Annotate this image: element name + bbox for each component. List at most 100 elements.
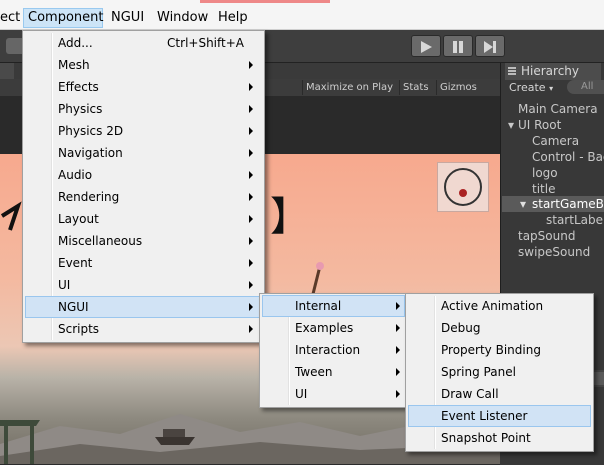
menu-item-label: Add... [58,36,93,50]
menu-item-shortcut: Ctrl+Shift+A [167,36,244,50]
hierarchy-item[interactable]: Main Camera [518,101,598,117]
search-placeholder: All [581,81,594,92]
menu-item-label: Event Listener [441,409,528,423]
menu-item-internal[interactable]: Internal [262,295,405,317]
maximize-on-play-toggle[interactable]: Maximize on Play [302,80,396,95]
menu-item-tween[interactable]: Tween [262,361,405,383]
menu-item-physics-2d[interactable]: Physics 2D [25,120,262,142]
menu-item-audio[interactable]: Audio [25,164,262,186]
menu-item-label: UI [58,278,71,292]
menu-item-draw-call[interactable]: Draw Call [408,383,591,405]
menu-edit[interactable]: ect [0,8,24,28]
menu-component[interactable]: Component [23,8,103,28]
submenu-arrow-icon [249,193,253,201]
submenu-arrow-icon [396,302,400,310]
menu-item-label: Physics 2D [58,124,124,138]
menu-item-examples[interactable]: Examples [262,317,405,339]
menu-item-label: Snapshot Point [441,431,531,445]
menu-item-label: Internal [295,299,342,313]
menu-item-label: Miscellaneous [58,234,143,248]
menu-item-effects[interactable]: Effects [25,76,262,98]
submenu-arrow-icon [249,281,253,289]
menu-item-interaction[interactable]: Interaction [262,339,405,361]
menu-item-active-animation[interactable]: Active Animation [408,295,591,317]
submenu-arrow-icon [249,259,253,267]
menu-ngui[interactable]: NGUI [107,8,148,28]
step-button[interactable] [475,35,505,57]
pause-button[interactable] [443,35,473,57]
menu-item-label: Spring Panel [441,365,516,379]
menu-item-layout[interactable]: Layout [25,208,262,230]
expand-arrow-icon[interactable]: ▾ [508,117,514,133]
menu-item-label: Layout [58,212,99,226]
expand-arrow-icon[interactable]: ▾ [520,196,526,212]
hierarchy-item[interactable]: tapSound [518,228,575,244]
hierarchy-item[interactable]: title [532,181,555,197]
menu-item-ngui[interactable]: NGUI [25,296,262,318]
menu-item-navigation[interactable]: Navigation [25,142,262,164]
submenu-arrow-icon [396,324,400,332]
menu-item-rendering[interactable]: Rendering [25,186,262,208]
menu-item-label: Draw Call [441,387,499,401]
menu-item-mesh[interactable]: Mesh [25,54,262,76]
chevron-down-icon: ▾ [549,84,554,93]
hierarchy-tab[interactable]: Hierarchy [505,63,601,80]
submenu-arrow-icon [249,127,253,135]
hierarchy-item[interactable]: UI Root [518,117,561,133]
pavilion-icon [0,420,40,464]
menu-item-event[interactable]: Event [25,252,262,274]
menu-item-label: Navigation [58,146,123,160]
hierarchy-item[interactable]: swipeSound [518,244,590,260]
menu-item-label: Mesh [58,58,90,72]
menu-item-event-listener[interactable]: Event Listener [408,405,591,427]
hierarchy-search-input[interactable]: All [567,80,604,94]
menu-item-ui[interactable]: UI [262,383,405,405]
menu-item-spring-panel[interactable]: Spring Panel [408,361,591,383]
menu-item-label: Interaction [295,343,361,357]
menu-item-snapshot-point[interactable]: Snapshot Point [408,427,591,449]
menu-item-physics[interactable]: Physics [25,98,262,120]
hierarchy-item[interactable]: Control - Bac [532,149,604,165]
hierarchy-item[interactable]: logo [532,165,558,181]
boat-icon [155,429,195,445]
play-button[interactable] [411,35,441,57]
submenu-arrow-icon [249,325,253,333]
create-dropdown[interactable]: Create ▾ [509,80,553,95]
menu-item-label: Active Animation [441,299,544,313]
menu-help[interactable]: Help [214,8,252,28]
submenu-arrow-icon [249,83,253,91]
game-tab[interactable] [0,63,14,79]
menu-item-add[interactable]: Add... Ctrl+Shift+A [25,32,262,54]
stats-toggle[interactable]: Stats [399,80,432,95]
menu-item-debug[interactable]: Debug [408,317,591,339]
submenu-arrow-icon [249,149,253,157]
create-label: Create [509,81,546,94]
menu-bar: ect Component NGUI Window Help [0,0,604,30]
pause-icon [453,41,463,53]
menu-item-label: Event [58,256,93,270]
menu-item-scripts[interactable]: Scripts [25,318,262,340]
hierarchy-item-selected[interactable]: startGameBu [532,196,604,212]
menu-item-label: NGUI [58,300,89,314]
window-title-accent [200,0,330,3]
submenu-arrow-icon [396,346,400,354]
menu-item-property-binding[interactable]: Property Binding [408,339,591,361]
menu-item-label: Property Binding [441,343,541,357]
submenu-arrow-icon [249,303,253,311]
menu-item-label: Scripts [58,322,100,336]
list-icon [508,67,516,75]
submenu-arrow-icon [249,61,253,69]
step-icon [484,41,496,53]
submenu-arrow-icon [249,171,253,179]
hierarchy-item[interactable]: startLabel [546,212,604,228]
hierarchy-item[interactable]: Camera [532,133,579,149]
menu-item-label: Tween [295,365,333,379]
hierarchy-tab-label: Hierarchy [521,64,580,78]
menu-window[interactable]: Window [153,8,212,28]
menu-item-label: Debug [441,321,481,335]
menu-item-ui[interactable]: UI [25,274,262,296]
submenu-arrow-icon [396,368,400,376]
menu-item-miscellaneous[interactable]: Miscellaneous [25,230,262,252]
menu-item-label: Physics [58,102,103,116]
gizmos-toggle[interactable]: Gizmos [436,80,480,95]
